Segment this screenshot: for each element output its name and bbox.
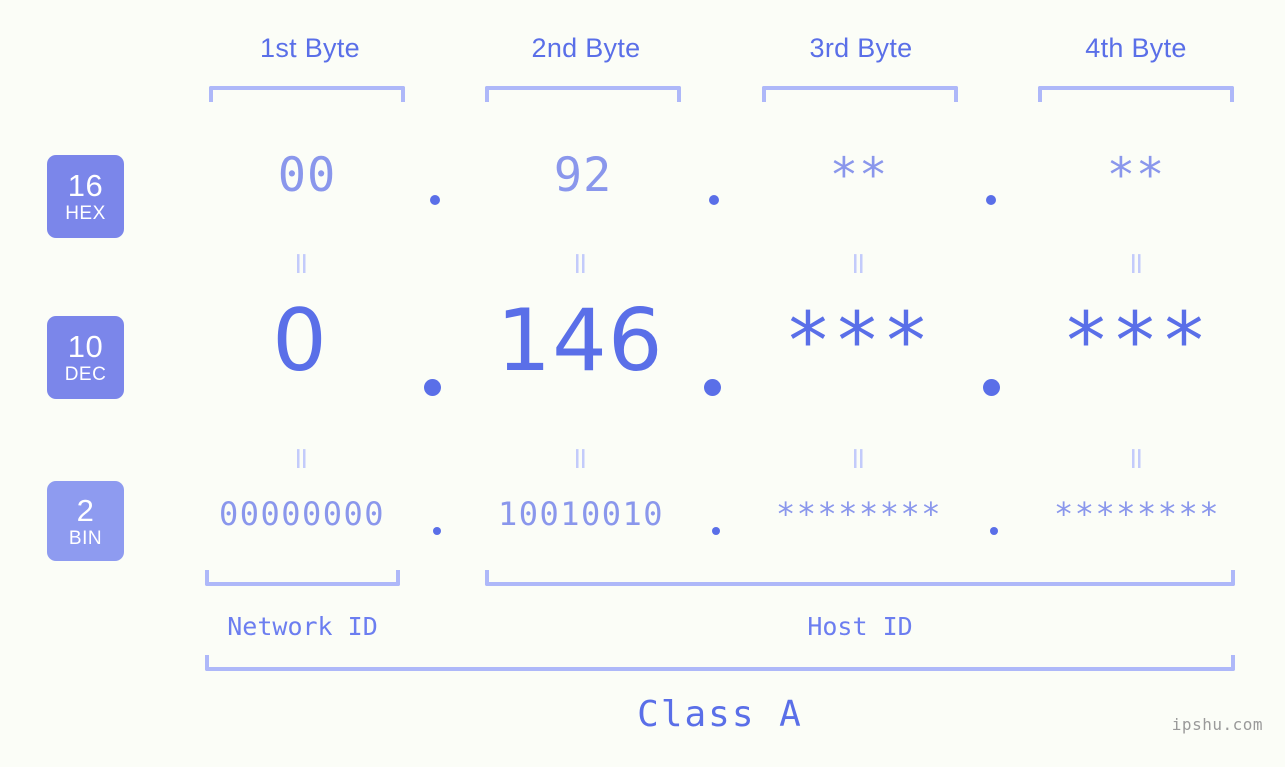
class-label: Class A: [637, 694, 803, 735]
equals-mark-hex-dec-3: =: [841, 251, 876, 277]
dec-byte-1: 0: [272, 291, 328, 391]
bin-byte-2: 10010010: [497, 495, 665, 533]
dec-separator-dot-1: [424, 379, 441, 396]
radix-badge-bin-number: 2: [76, 492, 95, 528]
dec-byte-2: 146: [496, 291, 664, 391]
hex-separator-dot-3: [986, 195, 996, 205]
byte-header-1: 1st Byte: [260, 33, 360, 63]
ip-breakdown-diagram: 1st Byte 2nd Byte 3rd Byte 4th Byte 16 H…: [0, 0, 1285, 767]
radix-badge-hex-name: HEX: [65, 203, 106, 224]
byte-header-3: 3rd Byte: [809, 33, 913, 63]
hex-separator-dot-1: [430, 195, 440, 205]
hex-byte-1: 00: [277, 148, 337, 203]
radix-badge-bin: 2 BIN: [47, 481, 124, 561]
host-id-label: Host ID: [807, 612, 913, 641]
radix-badge-hex-number: 16: [67, 168, 104, 203]
radix-badge-bin-name: BIN: [68, 527, 103, 549]
class-bracket: [205, 655, 1235, 671]
bin-separator-dot-1: [433, 527, 441, 535]
bin-byte-4: ********: [1053, 495, 1221, 533]
bin-byte-1: 00000000: [218, 495, 386, 533]
network-id-label: Network ID: [227, 612, 378, 641]
hex-byte-2: 92: [553, 148, 613, 203]
bin-separator-dot-3: [990, 527, 998, 535]
site-watermark: ipshu.com: [1171, 715, 1263, 734]
network-id-bracket: [205, 570, 400, 586]
byte-bracket-1: [209, 86, 405, 102]
radix-badge-hex: 16 HEX: [47, 155, 124, 238]
byte-bracket-4: [1038, 86, 1234, 102]
equals-mark-hex-dec-2: =: [563, 251, 598, 277]
hex-separator-dot-2: [709, 195, 719, 205]
hex-byte-4: **: [1106, 148, 1166, 203]
host-id-bracket: [485, 570, 1235, 586]
byte-bracket-3: [762, 86, 958, 102]
equals-mark-dec-bin-3: =: [841, 446, 876, 472]
byte-bracket-2: [485, 86, 681, 102]
hex-byte-3: **: [829, 148, 889, 203]
radix-badge-dec-name: DEC: [64, 364, 107, 385]
equals-mark-dec-bin-4: =: [1119, 446, 1154, 472]
bin-byte-3: ********: [775, 495, 943, 533]
equals-mark-hex-dec-1: =: [284, 251, 319, 277]
dec-separator-dot-2: [704, 379, 721, 396]
dec-byte-4: ***: [1062, 297, 1210, 387]
radix-badge-dec: 10 DEC: [47, 316, 124, 399]
dec-separator-dot-3: [983, 379, 1000, 396]
equals-mark-dec-bin-1: =: [284, 446, 319, 472]
radix-badge-dec-number: 10: [67, 329, 104, 364]
equals-mark-hex-dec-4: =: [1119, 251, 1154, 277]
bin-separator-dot-2: [712, 527, 720, 535]
equals-mark-dec-bin-2: =: [563, 446, 598, 472]
dec-byte-3: ***: [784, 297, 932, 387]
byte-header-2: 2nd Byte: [531, 33, 641, 63]
byte-header-4: 4th Byte: [1085, 33, 1187, 63]
